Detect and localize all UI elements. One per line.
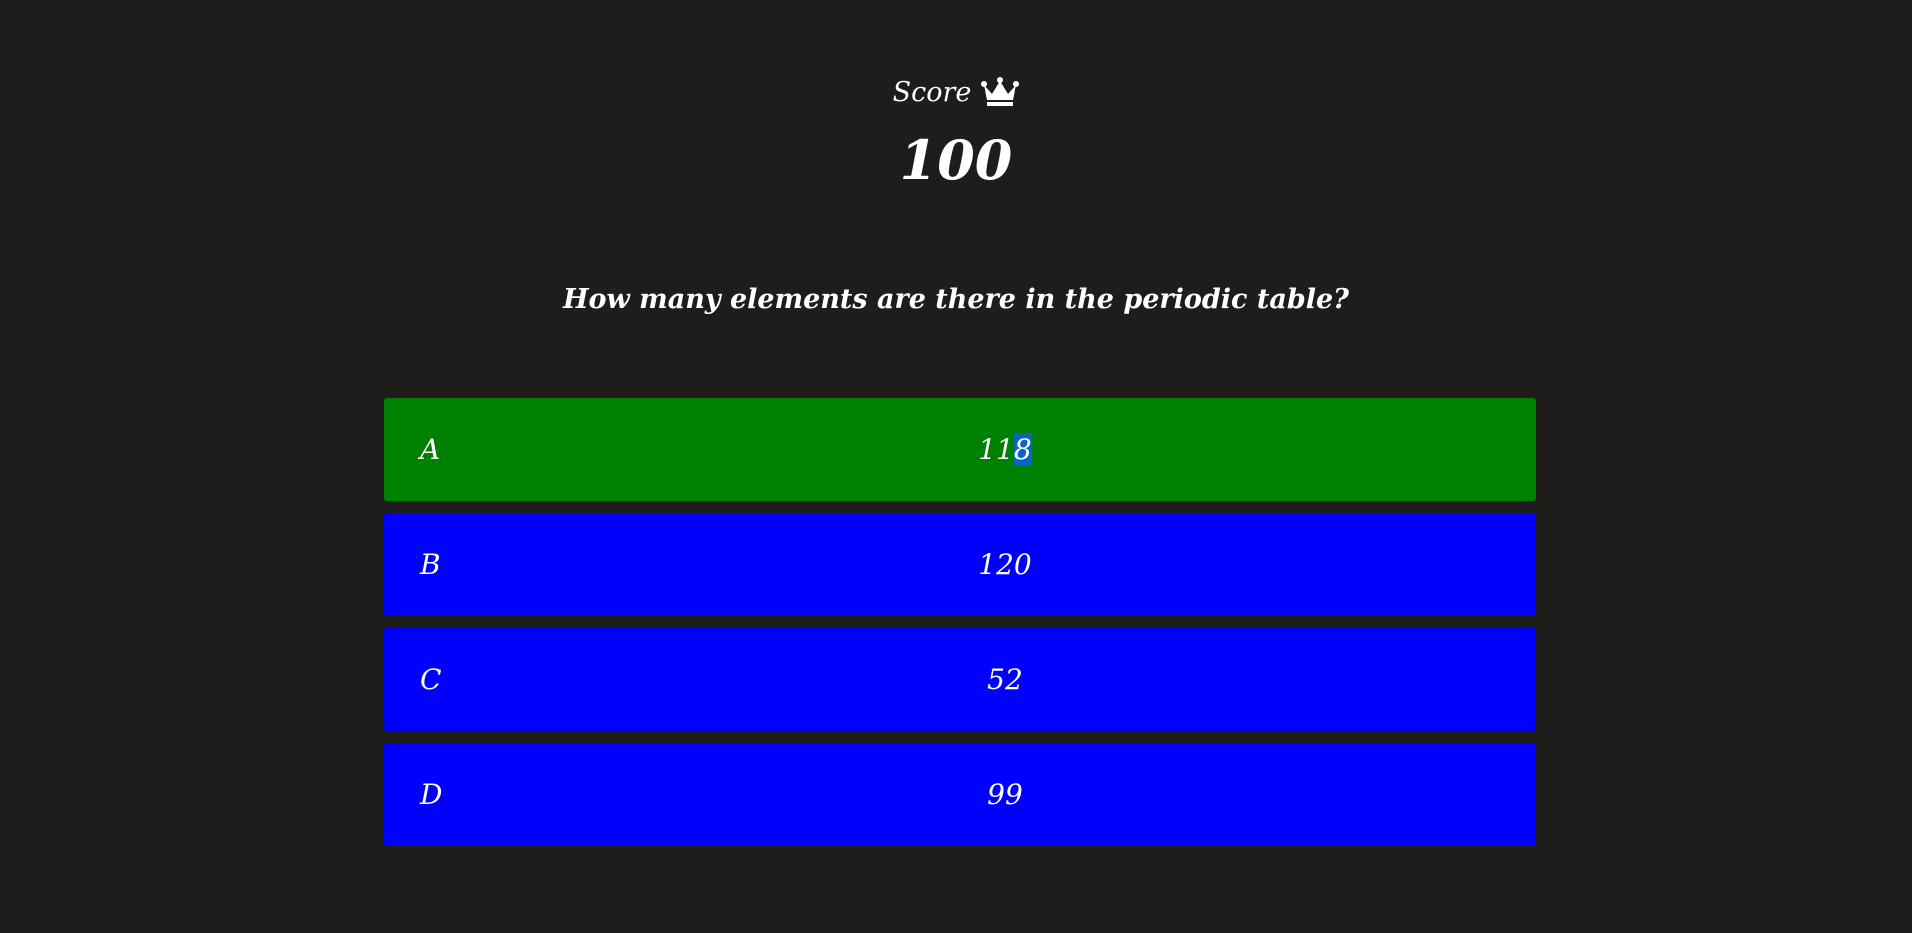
answer-option-b[interactable]: B 120 <box>384 513 1536 616</box>
score-header: Score <box>0 72 1912 112</box>
crown-icon <box>981 77 1020 107</box>
answer-text-part: 11 <box>978 433 1014 466</box>
answer-option-c[interactable]: C 52 <box>384 628 1536 731</box>
answer-option-a[interactable]: A 118 <box>384 398 1536 501</box>
score-value: 100 <box>899 128 1013 192</box>
answer-text: 120 <box>978 548 1032 581</box>
answer-option-d[interactable]: D 99 <box>384 743 1536 846</box>
answer-text: 52 <box>987 663 1023 696</box>
score-label-row: Score <box>0 72 1912 112</box>
score-label: Score <box>892 76 972 108</box>
text-selection: 8 <box>1013 433 1032 466</box>
answer-text: 99 <box>987 778 1023 811</box>
answer-text: 118 <box>384 398 1626 501</box>
question-text: How many elements are there in the perio… <box>563 284 1349 315</box>
answer-list: A 118 B 120 C 52 D 99 <box>384 398 1536 858</box>
